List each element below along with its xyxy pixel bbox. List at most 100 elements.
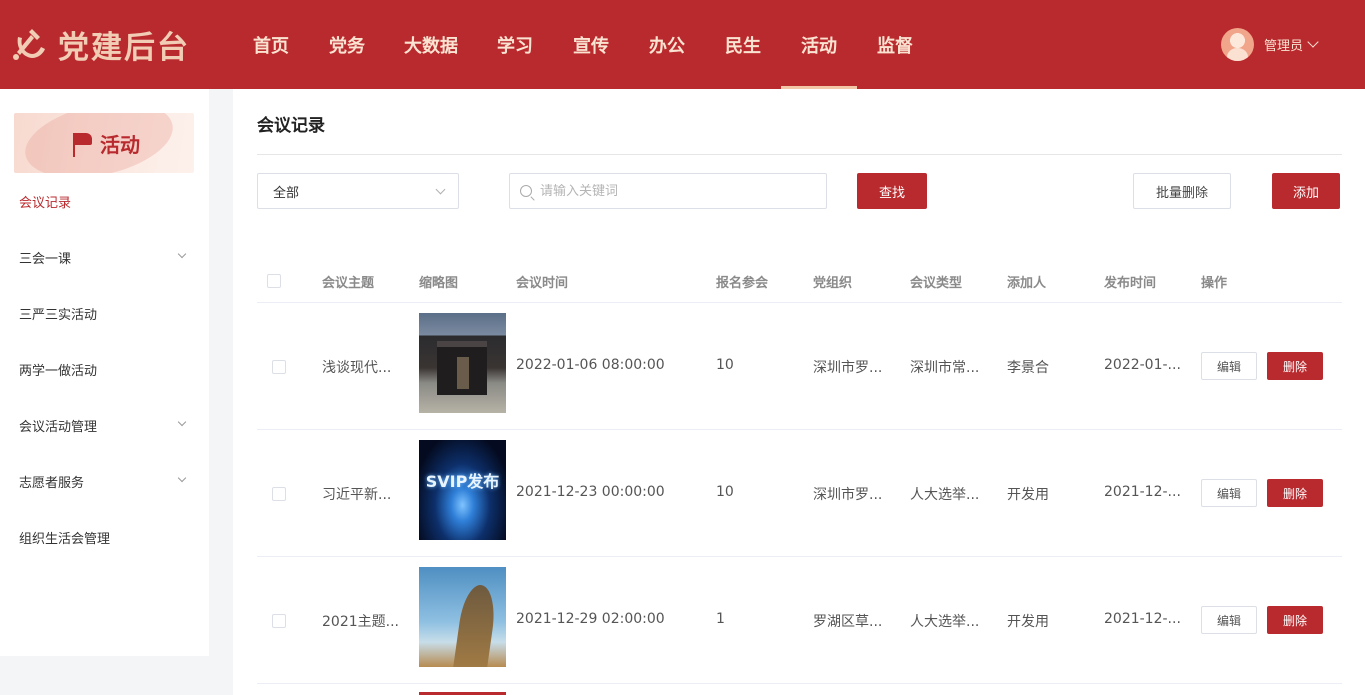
table-header: 会议主题 缩略图 会议时间 报名参会 党组织 会议类型 添加人 发布时间 操作 [257,259,1342,303]
edit-button[interactable]: 编辑 [1201,352,1257,380]
sidebar-item-three-stricts[interactable]: 三严三实活动 [0,285,209,341]
add-button[interactable]: 添加 [1272,173,1340,209]
sidebar-item-meeting-records[interactable]: 会议记录 [0,173,209,229]
cell-topic[interactable]: 浅谈现代... [322,357,391,377]
cell-creator: 开发用 [1007,487,1049,503]
batch-delete-button[interactable]: 批量删除 [1133,173,1231,209]
chevron-down-icon [177,473,187,483]
cell-topic[interactable]: 2021主题... [322,611,399,631]
nav-big-data[interactable]: 大数据 [385,0,477,89]
cell-time: 2021-12-23 00:00:00 [516,484,665,500]
nav-publicity[interactable]: 宣传 [553,0,629,89]
sidebar-item-three-meetings[interactable]: 三会一课 [0,229,209,285]
edit-button[interactable]: 编辑 [1201,606,1257,634]
column-header-published: 发布时间 [1104,276,1157,291]
filter-select[interactable]: 全部 [257,173,459,209]
cell-published: 2022-01-... [1104,357,1181,373]
search-icon [520,185,532,197]
column-header-signups: 报名参会 [716,276,769,291]
cell-type: 人大选举... [910,614,980,630]
search-box [509,173,827,209]
top-header: 党建后台 首页 党务 大数据 学习 宣传 办公 民生 活动 监督 管理员 [0,0,1365,89]
cell-published: 2021-12-... [1104,484,1181,500]
chevron-down-icon [435,184,446,195]
nav-office[interactable]: 办公 [629,0,705,89]
cell-topic[interactable]: 习近平新... [322,484,391,504]
row-checkbox[interactable] [272,487,286,501]
sidebar-item-volunteer[interactable]: 志愿者服务 [0,453,209,509]
nav-activities[interactable]: 活动 [781,0,857,89]
table-row: 浅谈现代... 2022-01-06 08:00:00 10 深圳市罗... 深… [257,303,1342,430]
filter-select-value: 全部 [273,185,300,201]
cell-time: 2021-12-29 02:00:00 [516,611,665,627]
cell-org: 深圳市罗... [813,487,883,503]
nav-home[interactable]: 首页 [233,0,309,89]
sidebar-item-label: 三会一课 [19,251,72,267]
cell-signups: 1 [716,611,725,627]
user-menu[interactable]: 管理员 [1221,27,1319,61]
cell-published: 2021-12-... [1104,611,1181,627]
row-checkbox[interactable] [272,360,286,374]
sidebar-item-label: 会议记录 [19,195,72,211]
party-emblem-icon [10,25,48,63]
building-thumbnail[interactable] [419,313,506,413]
user-name: 管理员 [1264,38,1304,54]
thumbnail-caption: SVIP发布 [425,472,500,491]
nav-study[interactable]: 学习 [477,0,553,89]
sidebar-item-two-studies[interactable]: 两学一做活动 [0,341,209,397]
app-logo[interactable]: 党建后台 [10,22,190,66]
cell-creator: 李景合 [1007,360,1049,376]
column-header-topic: 会议主题 [322,276,375,291]
meeting-table: 会议主题 缩略图 会议时间 报名参会 党组织 会议类型 添加人 发布时间 操作 … [257,259,1342,684]
row-checkbox[interactable] [272,614,286,628]
nav-supervision[interactable]: 监督 [857,0,933,89]
chevron-down-icon [177,417,187,427]
cell-org: 深圳市罗... [813,360,883,376]
select-all-checkbox[interactable] [267,274,281,288]
cell-type: 深圳市常... [910,360,980,376]
column-header-actions: 操作 [1201,276,1228,291]
flag-icon [70,131,94,157]
delete-button[interactable]: 删除 [1267,606,1323,634]
app-title: 党建后台 [58,29,190,66]
nav-livelihood[interactable]: 民生 [705,0,781,89]
sidebar-item-meeting-management[interactable]: 会议活动管理 [0,397,209,453]
cell-signups: 10 [716,357,734,373]
column-header-type: 会议类型 [910,276,963,291]
cell-type: 人大选举... [910,487,980,503]
sidebar-item-label: 三严三实活动 [19,307,98,323]
cell-signups: 10 [716,484,734,500]
main-nav: 首页 党务 大数据 学习 宣传 办公 民生 活动 监督 [233,0,933,89]
chevron-down-icon [1307,35,1319,48]
sidebar-item-label: 会议活动管理 [19,419,98,435]
sidebar-banner: 活动 [14,113,194,173]
sidebar-item-label: 两学一做活动 [19,363,98,379]
svip-poster-thumbnail[interactable]: SVIP发布 [419,440,506,540]
delete-button[interactable]: 删除 [1267,479,1323,507]
cell-creator: 开发用 [1007,614,1049,630]
divider [257,154,1342,155]
cell-time: 2022-01-06 08:00:00 [516,357,665,373]
table-row: 习近平新... SVIP发布 2021-12-23 00:00:00 10 深圳… [257,430,1342,557]
table-row: 2021主题... 2021-12-29 02:00:00 1 罗湖区草... … [257,557,1342,684]
column-header-time: 会议时间 [516,276,569,291]
column-header-org: 党组织 [813,276,853,291]
cell-org: 罗湖区草... [813,614,883,630]
search-button[interactable]: 查找 [857,173,927,209]
search-input[interactable] [540,183,810,199]
sidebar-banner-title: 活动 [100,133,140,157]
sidebar: 活动 会议记录 三会一课 三严三实活动 两学一做活动 会议活动管理 志愿者服务 … [0,89,209,656]
column-header-thumbnail: 缩略图 [419,276,459,291]
sidebar-item-label: 组织生活会管理 [19,531,111,547]
nav-party-affairs[interactable]: 党务 [309,0,385,89]
chevron-down-icon [177,249,187,259]
edit-button[interactable]: 编辑 [1201,479,1257,507]
main-panel: 会议记录 全部 查找 批量删除 添加 会议主题 缩略图 会议时间 报名参会 党组… [233,89,1365,695]
mountain-thumbnail[interactable] [419,567,506,667]
sidebar-item-label: 志愿者服务 [19,475,85,491]
avatar [1221,27,1254,61]
column-header-creator: 添加人 [1007,276,1047,291]
delete-button[interactable]: 删除 [1267,352,1323,380]
page-title: 会议记录 [257,116,325,136]
sidebar-item-org-life[interactable]: 组织生活会管理 [0,509,209,565]
